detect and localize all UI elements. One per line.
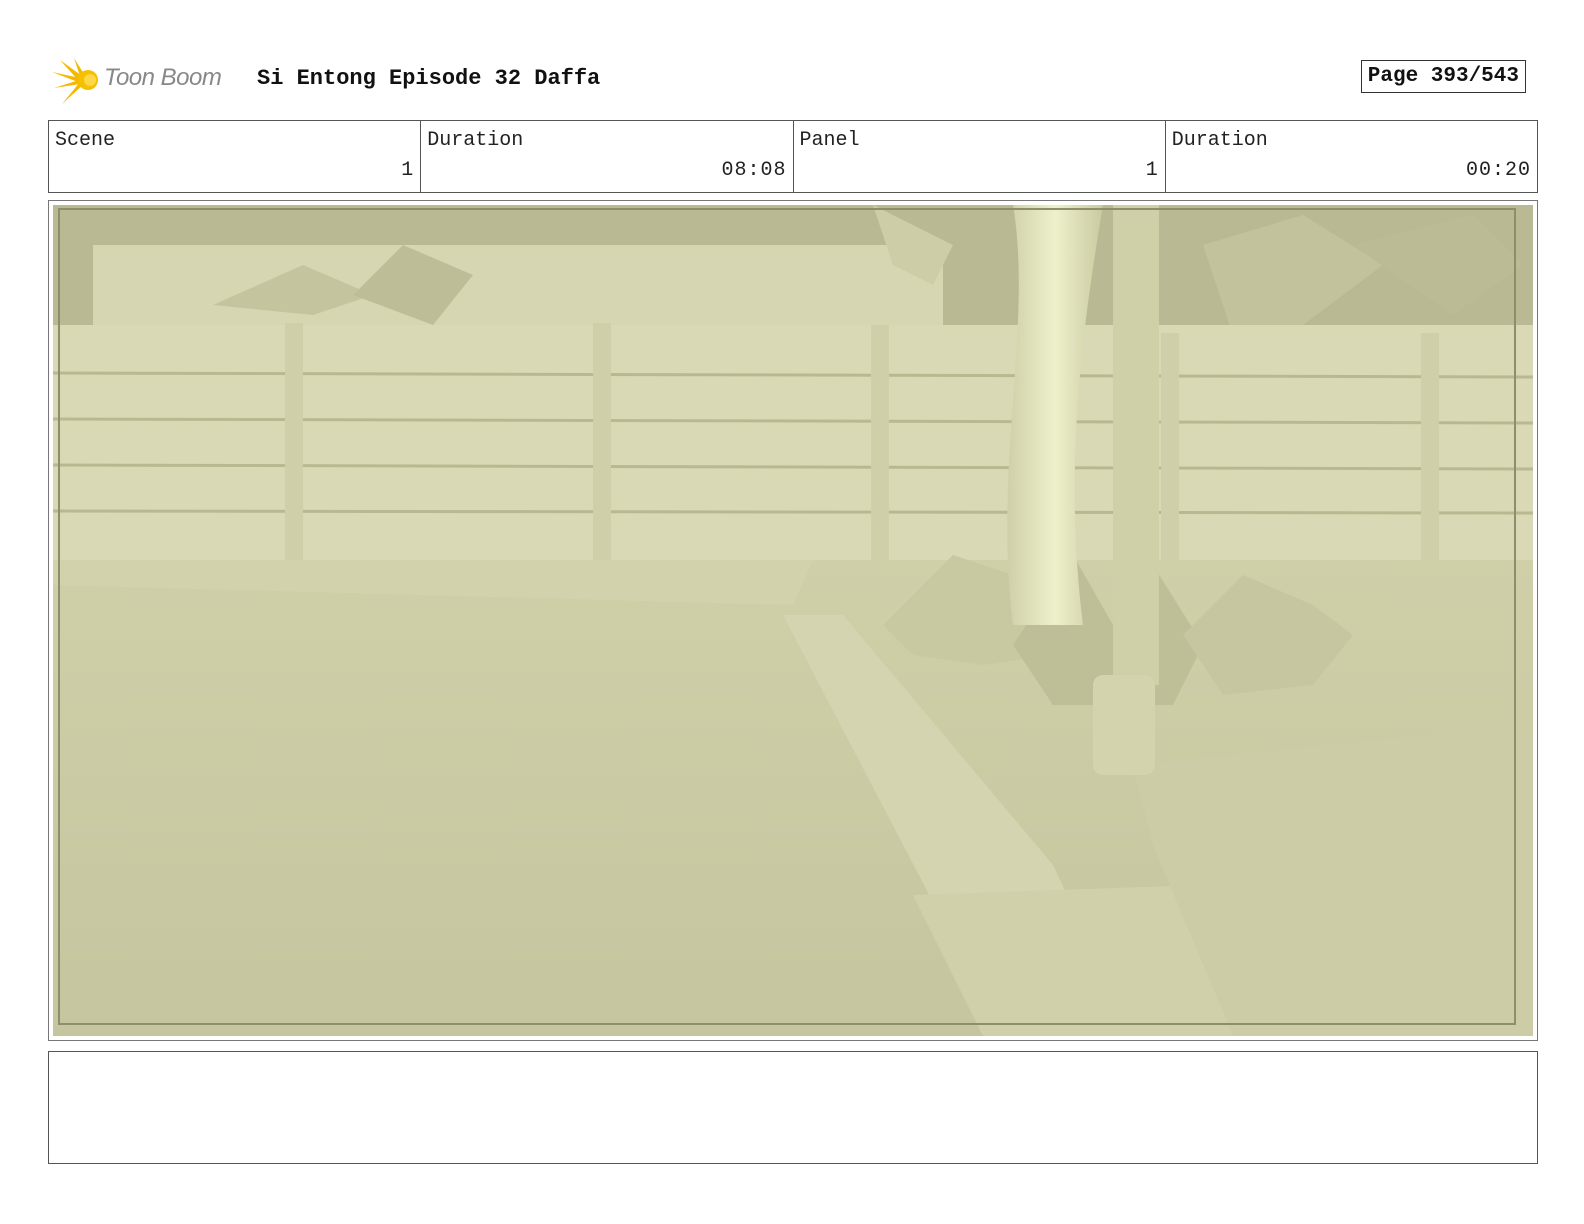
- scene-cell: Scene 1: [49, 121, 422, 192]
- panel-duration-cell: Duration 00:20: [1166, 121, 1537, 192]
- pole: [1113, 205, 1159, 685]
- backyard-scene-drawing: [53, 205, 1533, 1036]
- project-title: Si Entong Episode 32 Daffa: [257, 66, 601, 91]
- panel-duration-label: Duration: [1171, 129, 1268, 152]
- panel-cell: Panel 1: [794, 121, 1166, 192]
- logo-text: Toon Boom: [104, 64, 222, 91]
- sun-flare-icon: [52, 58, 98, 104]
- page-number: Page 393/543: [1360, 60, 1526, 93]
- scene-label: Scene: [55, 129, 116, 152]
- scene-value: 1: [401, 159, 415, 182]
- scene-info-table: Scene 1 Duration 08:08 Panel 1 Duration …: [48, 120, 1538, 193]
- panel-value: 1: [1145, 159, 1159, 182]
- panel-duration-value: 00:20: [1465, 159, 1531, 182]
- panel-label: Panel: [799, 129, 860, 152]
- storyboard-panel-image: [53, 205, 1533, 1036]
- toon-boom-logo: Toon Boom: [52, 54, 242, 106]
- wooden-fence: [53, 325, 1533, 560]
- scene-duration-label: Duration: [427, 129, 524, 152]
- panel-notes-box[interactable]: [48, 1051, 1538, 1164]
- scene-duration-value: 08:08: [721, 159, 787, 182]
- scene-duration-cell: Duration 08:08: [421, 121, 794, 192]
- storyboard-header: Toon Boom Si Entong Episode 32 Daffa Pag…: [52, 54, 1540, 106]
- storyboard-panel-frame: [48, 200, 1538, 1041]
